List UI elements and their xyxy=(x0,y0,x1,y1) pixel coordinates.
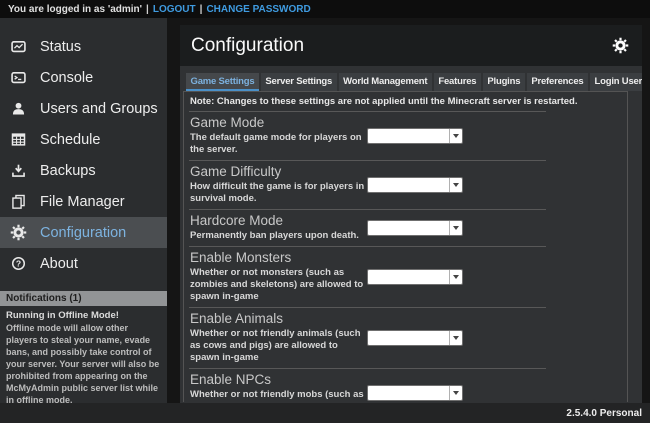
setting-name: Enable Monsters xyxy=(190,250,367,265)
dropdown-arrow-icon xyxy=(449,221,462,235)
setting-name: Game Difficulty xyxy=(190,164,367,179)
sidebar-nav: Status Console Users and Groups Schedule… xyxy=(0,18,167,279)
tab-login-users[interactable]: Login Users xyxy=(590,73,642,91)
sidebar-item-label: About xyxy=(40,256,78,272)
sidebar-item-configuration[interactable]: Configuration xyxy=(0,217,167,248)
setting-description: Whether or not monsters (such as zombies… xyxy=(190,267,367,303)
setting-hardcore-mode: Hardcore Mode Permanently ban players up… xyxy=(189,210,546,247)
setting-game-mode: Game Mode The default game mode for play… xyxy=(189,112,546,161)
setting-game-difficulty: Game Difficulty How difficult the game i… xyxy=(189,161,546,210)
notifications-header: Notifications (1) xyxy=(0,291,167,306)
game-difficulty-dropdown[interactable] xyxy=(367,177,463,193)
setting-description: Whether or not friendly animals (such as… xyxy=(190,328,367,364)
svg-text:?: ? xyxy=(16,259,21,269)
setting-description: Permanently ban players upon death. xyxy=(190,230,367,242)
enable-npcs-dropdown[interactable] xyxy=(367,385,463,401)
tab-game-settings[interactable]: Game Settings xyxy=(186,73,259,91)
dropdown-arrow-icon xyxy=(449,331,462,345)
sidebar-item-schedule[interactable]: Schedule xyxy=(0,124,167,155)
main-panel: Configuration Game SettingsServer Settin… xyxy=(180,25,642,403)
restart-note: Note: Changes to these settings are not … xyxy=(189,95,546,112)
console-icon xyxy=(10,69,27,86)
tab-bar: Game SettingsServer SettingsWorld Manage… xyxy=(186,73,628,91)
sidebar-item-label: Status xyxy=(40,39,81,55)
sidebar-item-label: Users and Groups xyxy=(40,101,158,117)
sidebar: Status Console Users and Groups Schedule… xyxy=(0,18,167,403)
tab-preferences[interactable]: Preferences xyxy=(527,73,588,91)
sidebar-item-console[interactable]: Console xyxy=(0,62,167,93)
schedule-icon xyxy=(10,131,27,148)
status-icon xyxy=(10,38,27,55)
page-title: Configuration xyxy=(191,35,304,57)
setting-enable-monsters: Enable Monsters Whether or not monsters … xyxy=(189,247,546,308)
gear-icon[interactable] xyxy=(612,37,629,54)
tab-server-settings[interactable]: Server Settings xyxy=(261,73,337,91)
setting-enable-npcs: Enable NPCs Whether or not friendly mobs… xyxy=(189,369,546,402)
logged-in-text: You are logged in as 'admin' xyxy=(8,4,142,15)
setting-name: Hardcore Mode xyxy=(190,213,367,228)
version-label: 2.5.4.0 Personal xyxy=(566,408,642,419)
settings-list: Game Mode The default game mode for play… xyxy=(189,112,546,402)
sidebar-item-label: Backups xyxy=(40,163,96,179)
backups-icon xyxy=(10,162,27,179)
main-header: Configuration xyxy=(180,25,642,66)
sidebar-item-about[interactable]: ? About xyxy=(0,248,167,279)
settings-column: Note: Changes to these settings are not … xyxy=(189,95,546,402)
change-password-link[interactable]: CHANGE PASSWORD xyxy=(206,4,310,15)
enable-monsters-dropdown[interactable] xyxy=(367,269,463,285)
gear-icon xyxy=(10,224,27,241)
sidebar-item-users-and-groups[interactable]: Users and Groups xyxy=(0,93,167,124)
setting-description: Whether or not friendly mobs (such as vi… xyxy=(190,389,367,402)
notification-title: Running in Offline Mode! xyxy=(0,306,167,322)
top-bar: You are logged in as 'admin' | LOGOUT | … xyxy=(0,0,650,18)
dropdown-arrow-icon xyxy=(449,386,462,400)
main-content: Game SettingsServer SettingsWorld Manage… xyxy=(180,66,642,403)
sidebar-item-label: Configuration xyxy=(40,225,126,241)
sidebar-item-status[interactable]: Status xyxy=(0,31,167,62)
sidebar-item-label: Console xyxy=(40,70,93,86)
users-icon xyxy=(10,100,27,117)
setting-description: The default game mode for players on the… xyxy=(190,132,367,156)
setting-name: Enable Animals xyxy=(190,311,367,326)
help-icon: ? xyxy=(10,255,27,272)
setting-enable-animals: Enable Animals Whether or not friendly a… xyxy=(189,308,546,369)
separator: | xyxy=(200,4,203,15)
setting-description: How difficult the game is for players in… xyxy=(190,181,367,205)
setting-name: Game Mode xyxy=(190,115,367,130)
notification-body: Offline mode will allow other players to… xyxy=(0,322,167,403)
dropdown-arrow-icon xyxy=(449,178,462,192)
sidebar-item-label: Schedule xyxy=(40,132,100,148)
file-manager-icon xyxy=(10,193,27,210)
sidebar-item-label: File Manager xyxy=(40,194,125,210)
tab-features[interactable]: Features xyxy=(434,73,481,91)
tab-panel: Note: Changes to these settings are not … xyxy=(183,91,628,402)
sidebar-item-backups[interactable]: Backups xyxy=(0,155,167,186)
sidebar-item-file-manager[interactable]: File Manager xyxy=(0,186,167,217)
dropdown-arrow-icon xyxy=(449,270,462,284)
dropdown-arrow-icon xyxy=(449,129,462,143)
tab-world-management[interactable]: World Management xyxy=(339,73,432,91)
game-mode-dropdown[interactable] xyxy=(367,128,463,144)
logout-link[interactable]: LOGOUT xyxy=(153,4,196,15)
tab-plugins[interactable]: Plugins xyxy=(483,73,525,91)
setting-name: Enable NPCs xyxy=(190,372,367,387)
separator: | xyxy=(146,4,149,15)
enable-animals-dropdown[interactable] xyxy=(367,330,463,346)
bottom-bar: 2.5.4.0 Personal xyxy=(0,403,650,423)
hardcore-mode-dropdown[interactable] xyxy=(367,220,463,236)
